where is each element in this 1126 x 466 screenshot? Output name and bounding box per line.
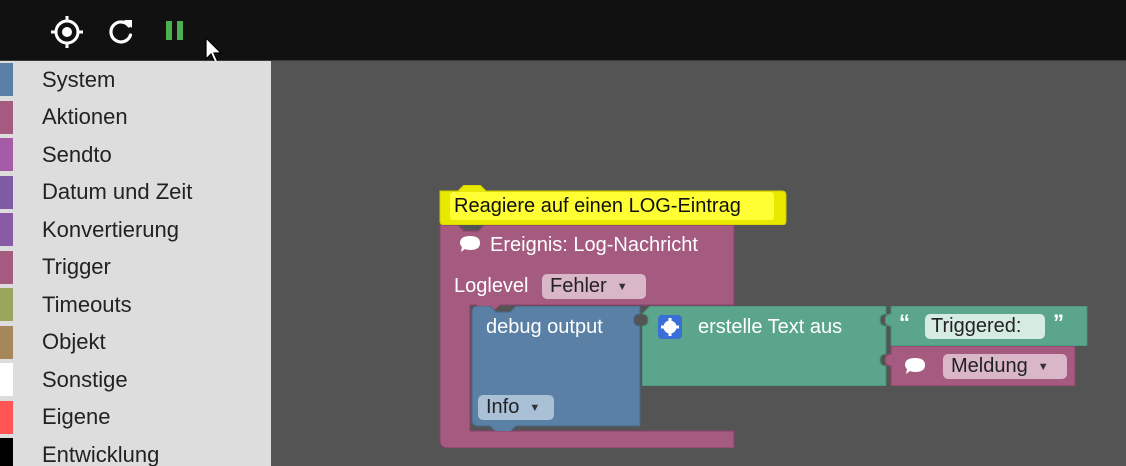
- blockly-workspace[interactable]: Reagiere auf einen LOG-Eintrag Ereignis:…: [271, 61, 1126, 466]
- category-color-swatch: [0, 325, 13, 359]
- category-objekt[interactable]: Objekt: [0, 324, 271, 362]
- category-color-swatch: [0, 400, 13, 434]
- close-quote-icon: ”: [1053, 310, 1064, 335]
- category-trigger[interactable]: Trigger: [0, 249, 271, 287]
- category-label: Entwicklung: [42, 441, 160, 466]
- refresh-icon[interactable]: [105, 16, 137, 48]
- category-color-swatch: [0, 63, 13, 96]
- category-label: Trigger: [42, 254, 111, 280]
- pause-icon[interactable]: [159, 16, 191, 48]
- category-label: Aktionen: [42, 104, 128, 130]
- toolbox-sidebar: System Aktionen Sendto Datum und Zeit Ko…: [0, 61, 271, 466]
- category-color-swatch: [0, 438, 13, 466]
- category-timeouts[interactable]: Timeouts: [0, 286, 271, 324]
- category-aktionen[interactable]: Aktionen: [0, 99, 271, 137]
- category-label: Konvertierung: [42, 216, 179, 242]
- meldung-value: Meldung: [951, 355, 1028, 377]
- event-title: Ereignis: Log-Nachricht: [490, 234, 698, 256]
- crosshair-icon[interactable]: [51, 16, 83, 48]
- chevron-down-icon: ▼: [1037, 360, 1049, 373]
- text-join-block[interactable]: erstelle Text aus: [642, 306, 891, 386]
- loglevel-label: Loglevel: [454, 275, 529, 297]
- text-join-label: erstelle Text aus: [698, 316, 843, 338]
- text-string-block[interactable]: “ Triggered: ”: [885, 306, 1089, 346]
- category-color-swatch: [0, 288, 13, 321]
- category-eigene[interactable]: Eigene: [0, 399, 271, 437]
- open-quote-icon: “: [899, 310, 910, 335]
- debug-output-label: debug output: [486, 316, 603, 338]
- category-color-swatch: [0, 250, 13, 284]
- comment-block[interactable]: Reagiere auf einen LOG-Eintrag: [438, 185, 788, 225]
- category-color-swatch: [0, 100, 13, 134]
- debug-level-dropdown[interactable]: Info ▼: [478, 395, 554, 420]
- meldung-dropdown[interactable]: Meldung ▼: [943, 354, 1067, 379]
- meldung-variable-block[interactable]: Meldung ▼: [885, 346, 1077, 386]
- category-datum-und-zeit[interactable]: Datum und Zeit: [0, 174, 271, 212]
- chevron-down-icon: ▼: [529, 401, 541, 414]
- category-system[interactable]: System: [0, 61, 271, 99]
- toolbar: [0, 0, 1126, 64]
- category-label: Sonstige: [42, 366, 128, 392]
- category-label: Objekt: [42, 329, 106, 355]
- loglevel-value: Fehler: [550, 275, 607, 297]
- category-label: Eigene: [42, 404, 111, 430]
- category-label: Sendto: [42, 141, 112, 167]
- category-color-swatch: [0, 175, 13, 209]
- comment-bubble-icon[interactable]: [903, 356, 927, 381]
- category-label: System: [42, 66, 116, 92]
- debug-output-block[interactable]: debug output Info ▼: [470, 306, 648, 431]
- category-color-swatch: [0, 363, 13, 396]
- category-konvertierung[interactable]: Konvertierung: [0, 211, 271, 249]
- triggered-text-value: Triggered:: [931, 315, 1022, 337]
- comment-text[interactable]: Reagiere auf einen LOG-Eintrag: [450, 192, 774, 220]
- comment-bubble-icon[interactable]: [458, 234, 482, 259]
- triggered-text-field[interactable]: Triggered:: [925, 314, 1045, 339]
- category-sendto[interactable]: Sendto: [0, 136, 271, 174]
- category-label: Datum und Zeit: [42, 179, 193, 205]
- category-label: Timeouts: [42, 291, 132, 317]
- loglevel-dropdown[interactable]: Fehler ▼: [542, 274, 646, 299]
- debug-level-value: Info: [486, 396, 520, 418]
- gear-icon[interactable]: [658, 315, 682, 344]
- chevron-down-icon: ▼: [616, 280, 628, 293]
- category-color-swatch: [0, 213, 13, 246]
- category-sonstige[interactable]: Sonstige: [0, 361, 271, 399]
- category-color-swatch: [0, 138, 13, 171]
- category-entwicklung[interactable]: Entwicklung: [0, 436, 271, 466]
